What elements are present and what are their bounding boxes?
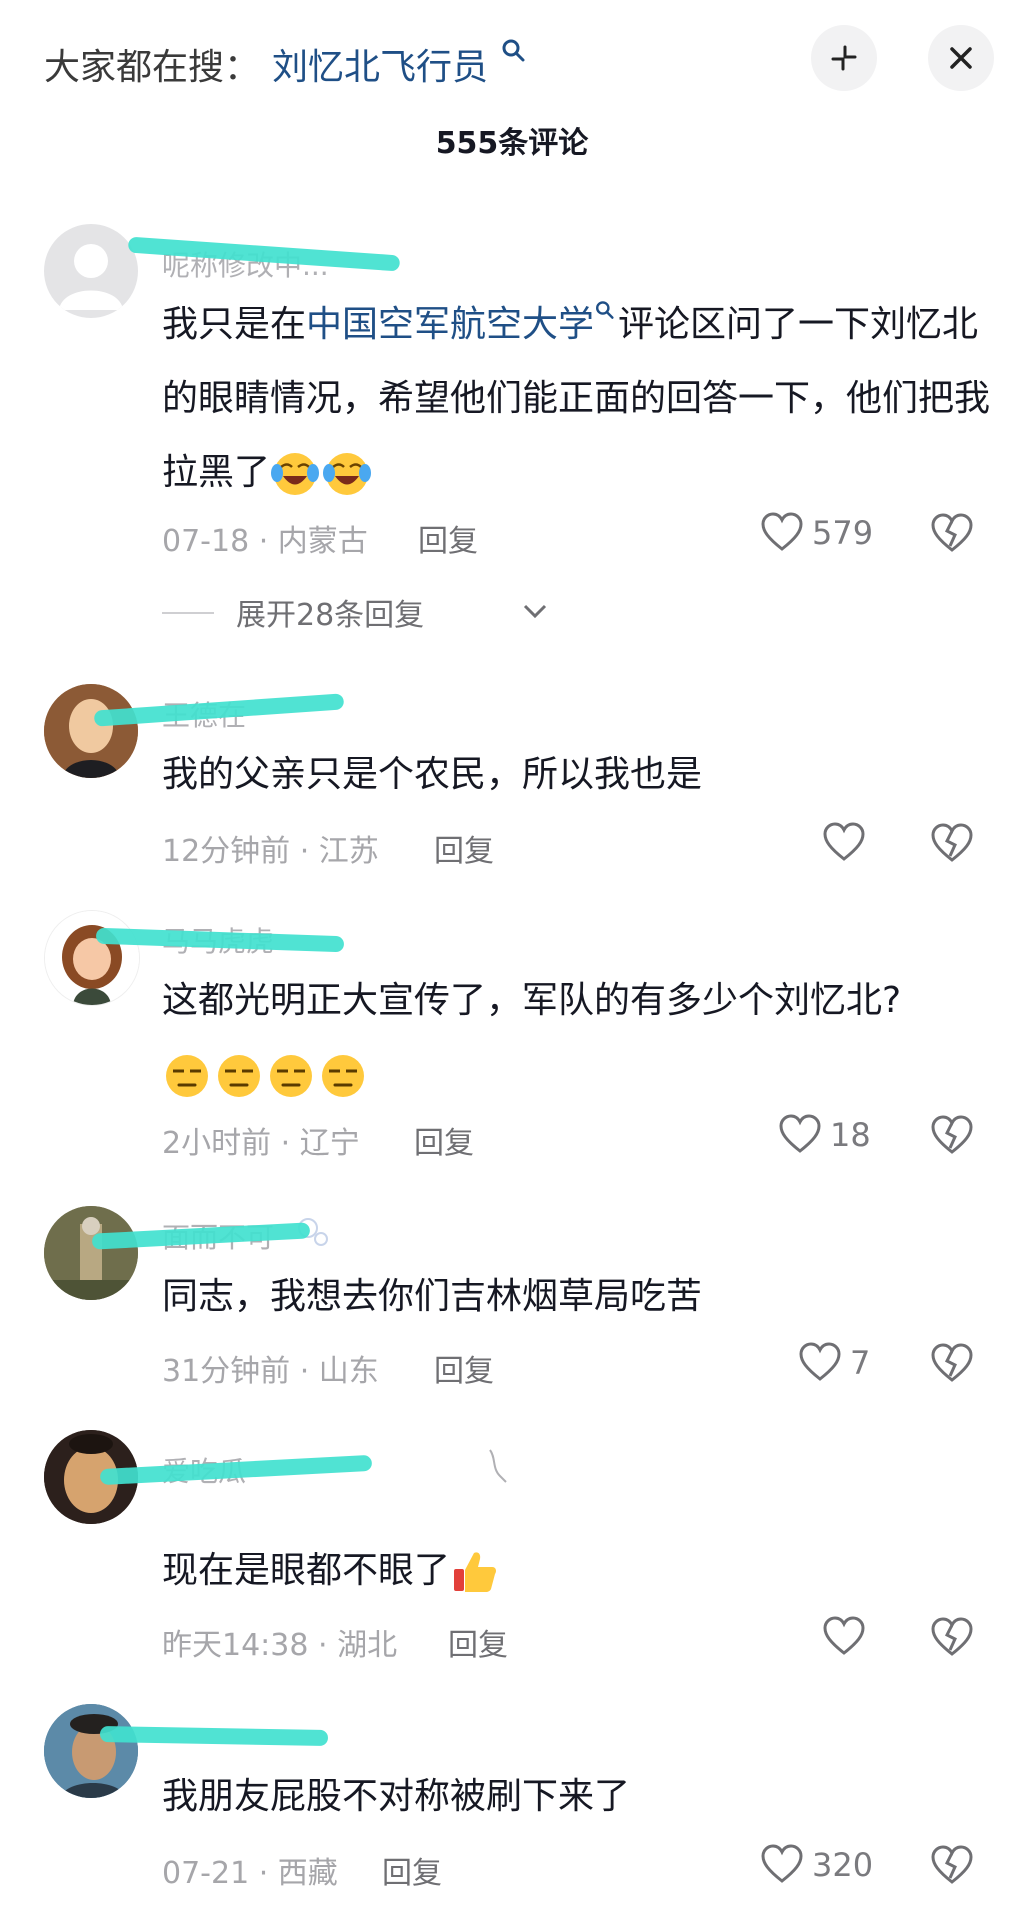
broken-heart-icon[interactable]: [930, 1114, 974, 1156]
comment-count: 555条评论: [435, 126, 589, 161]
user-avatar-photo: [44, 684, 138, 778]
smirk-emoji: [166, 1055, 208, 1097]
broken-heart-icon[interactable]: [930, 822, 974, 864]
avatar[interactable]: [44, 1704, 138, 1798]
hot-search-label: 大家都在搜：: [44, 47, 261, 88]
comment-text: 同志，我想去你们吉林烟草局吃苦: [162, 1276, 703, 1317]
comment-meta: 07-18 · 内蒙古: [162, 524, 368, 559]
user-avatar-photo: [44, 1206, 138, 1300]
collapse-button[interactable]: [811, 25, 877, 91]
avatar[interactable]: [44, 224, 138, 318]
comment-text: 我的父亲只是个农民，所以我也是: [162, 754, 703, 795]
avatar[interactable]: [44, 910, 140, 1006]
like-count: 7: [850, 1344, 871, 1382]
comment-item: 面而不可 同志，我想去你们吉林烟草局吃苦 31分钟前 · 山东 回复 7: [0, 1206, 1024, 1396]
comment-meta: 31分钟前 · 山东: [162, 1354, 379, 1389]
comment-meta: 07-21 · 西藏: [162, 1856, 338, 1891]
search-link[interactable]: 中国空军航空大学: [306, 304, 594, 345]
comment-text: 这都光明正大宣传了，军队的有多少个刘忆北?: [162, 964, 992, 1112]
reply-button[interactable]: 回复: [414, 1118, 474, 1162]
comment-meta: 昨天14:38 · 湖北: [162, 1628, 398, 1663]
collapse-icon: [831, 45, 857, 71]
close-button[interactable]: [928, 25, 994, 91]
divider: [162, 612, 214, 614]
like-count: 320: [812, 1846, 874, 1884]
comment-item: 呢称修改中... 我只是在中国空军航空大学 评论区问了一下刘忆北的眼睛情况，希望他…: [0, 220, 1024, 640]
like-count: 18: [830, 1116, 871, 1154]
heart-icon[interactable]: [822, 822, 866, 862]
reply-button[interactable]: 回复: [448, 1620, 508, 1664]
cry-laugh-emoji: [271, 453, 320, 495]
decorative-mark: [489, 1449, 507, 1483]
user-avatar-photo: [44, 1704, 138, 1798]
like-count: 579: [812, 514, 874, 552]
heart-icon[interactable]: [822, 1616, 866, 1656]
broken-heart-icon[interactable]: [930, 512, 974, 554]
heart-icon[interactable]: [798, 1342, 842, 1382]
search-icon: [502, 39, 525, 62]
comment-text: 我只是在中国空军航空大学 评论区问了一下刘忆北的眼睛情况，希望他们能正面的回答一下…: [162, 288, 992, 510]
comment-item: 爱吃瓜 现在是眼都不眼了 昨天14:38 · 湖北 回复: [0, 1430, 1024, 1670]
chevron-down-icon: [523, 604, 547, 619]
thumbs-up-emoji: [454, 1552, 497, 1592]
reply-button[interactable]: 回复: [434, 1346, 494, 1390]
heart-icon[interactable]: [760, 1844, 804, 1884]
heart-icon[interactable]: [778, 1114, 822, 1154]
reply-button[interactable]: 回复: [434, 826, 494, 870]
close-icon: [950, 47, 972, 69]
user-avatar-cartoon: [45, 911, 139, 1005]
heart-icon[interactable]: [760, 512, 804, 552]
broken-heart-icon[interactable]: [930, 1616, 974, 1658]
comment-item: 马马虎虎 这都光明正大宣传了，军队的有多少个刘忆北? 2小时前 · 辽宁 回复 …: [0, 910, 1024, 1170]
avatar[interactable]: [44, 1206, 138, 1300]
smirk-emoji: [218, 1055, 260, 1097]
comment-meta: 12分钟前 · 江苏: [162, 834, 379, 869]
reply-button[interactable]: 回复: [382, 1848, 442, 1892]
comment-item: 王德在 我的父亲只是个农民，所以我也是 12分钟前 · 江苏 回复: [0, 684, 1024, 869]
expand-replies[interactable]: 展开28条回复: [162, 590, 562, 634]
comment-text: 现在是眼都不眼了: [162, 1534, 992, 1608]
comment-text: 我朋友屁股不对称被刷下来了: [162, 1776, 631, 1817]
smirk-emoji: [270, 1055, 312, 1097]
comment-item: 我朋友屁股不对称被刷下来了 07-21 · 西藏 回复 320: [0, 1704, 1024, 1904]
broken-heart-icon[interactable]: [930, 1342, 974, 1384]
top-bar: 大家都在搜： 刘忆北飞行员: [0, 0, 1024, 120]
hot-search-term[interactable]: 刘忆北飞行员: [272, 38, 488, 90]
expand-replies-label: 展开28条回复: [236, 598, 425, 633]
cry-laugh-emoji: [323, 453, 372, 495]
smirk-emoji: [322, 1055, 364, 1097]
reply-button[interactable]: 回复: [418, 516, 478, 560]
avatar[interactable]: [44, 684, 138, 778]
search-icon: [596, 301, 614, 319]
broken-heart-icon[interactable]: [930, 1844, 974, 1886]
default-avatar-icon: [59, 244, 123, 310]
comment-meta: 2小时前 · 辽宁: [162, 1126, 360, 1161]
